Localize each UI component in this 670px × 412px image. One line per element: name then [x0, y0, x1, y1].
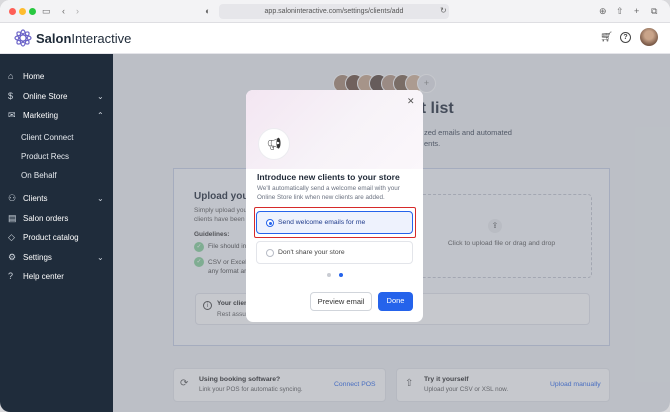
sidebar-item-product-catalog[interactable]: ◇ Product catalog [0, 228, 113, 247]
sidebar-item-settings[interactable]: ⚙ Settings ⌄ [0, 248, 113, 267]
sidebar-item-label: Client Connect [21, 133, 74, 142]
sidebar-item-label: Online Store [23, 92, 68, 101]
sidebar-item-help-center[interactable]: ? Help center [0, 267, 113, 286]
download-icon[interactable]: ⊕ [599, 6, 607, 16]
tabs-overview-icon[interactable]: ⧉ [651, 6, 657, 16]
preview-email-button[interactable]: Preview email [310, 292, 372, 311]
close-window-button[interactable] [9, 8, 16, 15]
chevron-down-icon: ⌄ [97, 92, 104, 101]
sidebar-item-label: Product Recs [21, 152, 70, 161]
megaphone-icon: 📢︎ [258, 128, 290, 160]
sidebar-item-label: Help center [23, 272, 64, 281]
receipt-icon: ▤ [8, 213, 17, 223]
sidebar-item-label: On Behalf [21, 171, 57, 180]
sidebar-item-product-recs[interactable]: Product Recs [0, 147, 113, 166]
chevron-down-icon: ⌄ [97, 253, 104, 262]
sidebar-item-salon-orders[interactable]: ▤ Salon orders [0, 209, 113, 228]
address-bar[interactable]: app.saloninteractive.com/settings/client… [219, 4, 449, 19]
minimize-window-button[interactable] [19, 8, 26, 15]
brand-part1: Salon [36, 31, 72, 46]
users-icon: ⚇ [8, 193, 17, 203]
reload-icon[interactable]: ↻ [440, 6, 447, 16]
dollar-icon: $ [8, 91, 14, 101]
gear-icon: ⚙ [8, 252, 17, 262]
cart-icon[interactable]: 🛒︎ [600, 32, 613, 43]
sidebar-item-clients[interactable]: ⚇ Clients ⌄ [0, 189, 113, 208]
shield-icon[interactable]: ◐ [205, 6, 210, 16]
back-icon[interactable]: ‹ [62, 6, 65, 16]
close-icon[interactable]: ✕ [407, 96, 415, 107]
home-icon: ⌂ [8, 71, 14, 81]
new-tab-icon[interactable]: + [634, 6, 639, 16]
tag-icon: ◇ [8, 232, 15, 242]
sidebar-item-label: Marketing [23, 111, 59, 120]
sidebar-item-on-behalf[interactable]: On Behalf [0, 166, 113, 185]
option-dont-share-store[interactable]: Don't share your store [256, 241, 413, 264]
sidebar-item-label: Salon orders [23, 214, 69, 223]
done-button[interactable]: Done [378, 292, 413, 311]
radio-unselected[interactable] [266, 249, 274, 257]
option-label: Don't share your store [278, 249, 345, 256]
help-circle-icon: ? [8, 271, 14, 281]
forward-icon[interactable]: › [76, 6, 79, 16]
app-header: SalonInteractive 🛒︎ ? [0, 23, 670, 54]
mail-icon: ✉ [8, 110, 16, 120]
sidebar-toggle-icon[interactable]: ▭ [42, 6, 51, 16]
browser-window: ▭ ‹ › ◐ app.saloninteractive.com/setting… [0, 0, 670, 412]
pagination-dot-active[interactable] [339, 273, 343, 277]
logo-icon [14, 29, 32, 47]
sidebar-item-label: Product catalog [23, 233, 79, 242]
brand-name: SalonInteractive [36, 31, 131, 46]
url-text: app.saloninteractive.com/settings/client… [264, 8, 404, 15]
pagination-dot[interactable] [327, 273, 331, 277]
selection-highlight-box [254, 207, 416, 238]
modal-description: We'll automatically send a welcome email… [257, 185, 400, 201]
sidebar-item-marketing[interactable]: ✉ Marketing ⌃ [0, 106, 113, 125]
brand-part2: Interactive [71, 31, 132, 46]
share-icon[interactable]: ⇧ [616, 6, 624, 16]
chevron-up-icon: ⌃ [97, 111, 104, 120]
chevron-down-icon: ⌄ [97, 194, 104, 203]
browser-toolbar: ▭ ‹ › ◐ app.saloninteractive.com/setting… [0, 0, 670, 23]
avatar[interactable] [640, 28, 658, 46]
sidebar-item-label: Clients [23, 194, 48, 203]
modal-title: Introduce new clients to your store [257, 172, 400, 182]
sidebar-item-home[interactable]: ⌂ Home [0, 67, 113, 86]
sidebar-item-online-store[interactable]: $ Online Store ⌄ [0, 87, 113, 106]
welcome-email-modal: ✕ 📢︎ Introduce new clients to your store… [246, 90, 423, 322]
help-icon[interactable]: ? [620, 32, 631, 43]
sidebar-item-label: Home [23, 72, 45, 81]
sidebar-item-client-connect[interactable]: Client Connect [0, 128, 113, 147]
sidebar: ⌂ Home $ Online Store ⌄ ✉ Marketing ⌃ Client … [0, 54, 113, 412]
sidebar-item-label: Settings [23, 253, 52, 262]
maximize-window-button[interactable] [29, 8, 36, 15]
